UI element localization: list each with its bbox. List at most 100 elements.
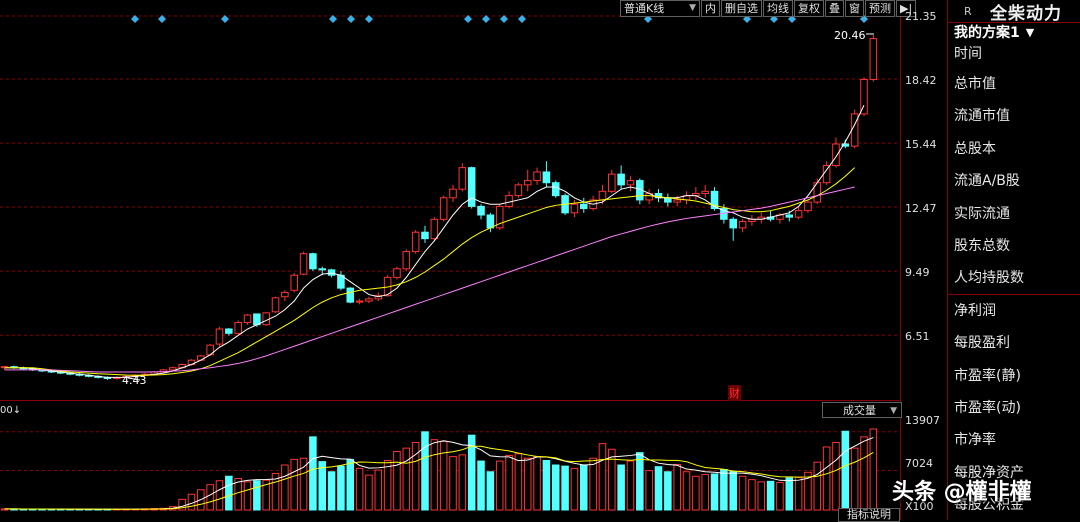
candle-body [281,291,289,298]
scheme-label: 我的方案1 [954,25,1020,41]
candle-body [197,355,205,361]
volume-bar [626,460,635,511]
toolbar-button-inner[interactable]: 内 [701,0,720,17]
volume-bar [486,471,495,511]
volume-bar [458,454,467,511]
margin-badge: R [964,4,972,18]
volume-bar [636,452,644,511]
price-tick-label: 6.51 [905,330,930,343]
info-item-actual-float[interactable]: 实际流通 [954,198,1080,230]
toolbar-button-ma[interactable]: 均线 [763,0,793,17]
candle-body [542,171,551,184]
info-item-pb[interactable]: 市净率 [954,424,1080,456]
volume-bar [365,474,373,511]
info-item-pe-dynamic[interactable]: 市盈率(动) [954,392,1080,424]
toolbar-button-adjust[interactable]: 复权 [794,0,824,17]
volume-bar [580,464,588,511]
stock-name: 全柴动力 [990,3,1062,24]
info-item-pe-static[interactable]: 市盈率(静) [954,360,1080,392]
info-item-shareholders[interactable]: 股东总数 [954,230,1080,262]
volume-bar [477,460,485,511]
volume-bar [673,463,681,511]
candle-body [393,268,401,278]
candle-body [449,188,457,199]
panel-divider [947,22,1080,23]
candle-body [729,218,737,229]
toolbar-button-remove-watchlist[interactable]: 删自选 [721,0,762,17]
volume-bar [832,442,840,511]
volume-bar [514,453,523,511]
scheme-select[interactable]: 我的方案1 ▼ [948,22,1080,44]
volume-bar [822,446,831,511]
toolbar-button-forecast[interactable]: 预测 [865,0,895,17]
candle-body [850,113,859,147]
volume-bar [402,447,411,511]
candle-body [271,297,280,313]
candle-body [243,314,252,324]
volume-bar [309,436,317,511]
volume-bar [318,461,327,511]
candle-body [365,298,373,302]
panel-header: R 全柴动力 [948,0,1080,24]
candle-body [290,274,298,291]
kline-type-select[interactable]: 普通K线 ▼ [620,0,700,17]
volume-tick-label: 7024 [905,457,933,470]
info-item-eps[interactable]: 每股盈利 [954,327,1080,359]
volume-bar [449,456,457,511]
volume-bar [421,431,429,511]
candle-body [608,173,616,192]
price-tick-label: 18.42 [905,74,937,87]
volume-bar [393,451,401,511]
info-item-float-ab-shares[interactable]: 流通A/B股 [954,165,1080,197]
high-price-label: 20.46 [834,29,866,42]
volume-bar [346,458,355,511]
volume-bar [430,439,439,511]
volume-bar [813,461,822,511]
info-item-market-cap[interactable]: 总市值 [954,68,1080,100]
candle-body [262,312,270,326]
candle-body [533,171,541,182]
candle-body [309,253,317,270]
candle-body [832,143,840,167]
info-item-avg-holding[interactable]: 人均持股数 [954,262,1080,294]
volume-bar [776,481,784,511]
volume-bar [785,477,794,511]
candle-body [439,197,448,220]
toolbar-button-overlay[interactable]: 叠 [825,0,844,17]
kline-type-value: 普通K线 [624,2,665,15]
price-tick-label: 9.49 [905,266,930,279]
candle-body [215,328,224,345]
price-tick-label: 21.35 [905,10,937,23]
info-item-float-cap[interactable]: 流通市值 [954,100,1080,132]
volume-indicator-select[interactable]: 成交量 ▼ [822,402,902,418]
volume-bar [337,465,345,511]
candle-body [402,251,411,270]
volume-bar [523,457,532,511]
stock-info-panel: R 全柴动力 我的方案1 ▼ 时间 总市值 流通市值 总股本 流通A/B股 实际… [947,0,1080,520]
panel-divider [947,294,1080,295]
info-item-time[interactable]: 时间 [954,44,1080,68]
candle-body [421,231,429,240]
price-tick-label: 12.47 [905,202,937,215]
info-item-total-shares[interactable]: 总股本 [954,133,1080,165]
volume-bar [664,471,672,511]
info-item-net-profit[interactable]: 净利润 [954,295,1080,327]
candle-body [411,231,420,253]
toolbar-button-window[interactable]: 窗 [845,0,864,17]
volume-bar [869,428,878,511]
volume-bar [598,443,607,511]
candle-body [477,205,485,216]
chevron-down-icon: ▼ [689,3,696,13]
volume-bar [561,465,569,511]
kline-chart[interactable] [0,0,947,520]
volume-bar [551,464,560,511]
volume-bar [757,481,766,511]
candle-body [869,38,878,80]
price-tick-label: 15.44 [905,138,937,151]
volume-bar [243,481,252,511]
volume-bar [738,475,747,511]
candle-body [785,214,794,218]
finance-report-marker[interactable]: 财 [728,385,741,401]
candle-body [486,214,495,229]
ma-line-ma5 [4,105,865,378]
